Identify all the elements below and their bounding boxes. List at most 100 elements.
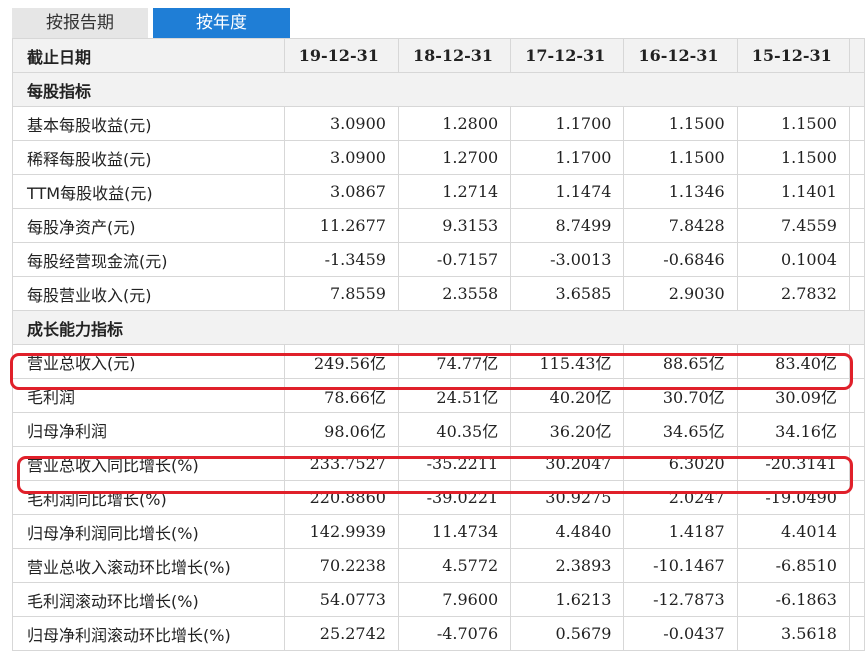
column-header-overflow [848,38,865,73]
table-cell-value: 30.09亿 [736,378,850,413]
table-cell-value: 1.1700 [510,106,625,141]
table-cell-overflow [848,412,865,447]
tab-by-year[interactable]: 按年度 [153,8,290,38]
table-cell-value: 1.1500 [736,140,850,175]
table-cell-overflow [848,208,865,243]
table-row: 营业总收入同比增长(%) 233.7527 -35.2211 30.2047 6.302… [12,446,865,481]
table-cell-value: 78.66亿 [283,378,399,413]
table-row: 稀释每股收益(元) 3.0900 1.2700 1.1700 1.1500 1.1500 [12,140,865,175]
column-header-date[interactable]: 17-12-31 [510,38,625,73]
table-cell-overflow [848,480,865,515]
table-cell-value: 3.5618 [736,616,850,651]
section-title: 每股指标 [12,72,865,107]
table-cell-value: 2.9030 [623,276,738,311]
table-cell-value: 1.2700 [397,140,512,175]
table-cell-value: -0.7157 [397,242,512,277]
table-cell-value: -6.1863 [736,582,850,617]
row-label: 毛利润同比增长(%) [12,480,285,515]
table-cell-value: 0.5679 [510,616,625,651]
section-header-row: 成长能力指标 [12,310,865,345]
column-header-date[interactable]: 18-12-31 [397,38,512,73]
column-header-date[interactable]: 19-12-31 [283,38,399,73]
header-date-label: 截止日期 [12,38,285,73]
table-row: 归母净利润同比增长(%) 142.9939 11.4734 4.4840 1.4187 4… [12,514,865,549]
table-cell-value: 30.9275 [510,480,625,515]
table-cell-overflow [848,548,865,583]
row-label: 稀释每股收益(元) [12,140,285,175]
table-cell-overflow [848,378,865,413]
table-cell-value: 98.06亿 [283,412,399,447]
table-cell-value: 1.1346 [623,174,738,209]
table-cell-value: -39.0221 [397,480,512,515]
table-cell-value: 0.1004 [736,242,850,277]
table-cell-value: 233.7527 [283,446,399,481]
table-cell-value: 7.9600 [397,582,512,617]
table-cell-value: 7.4559 [736,208,850,243]
table-cell-overflow [848,276,865,311]
table-cell-value: -0.6846 [623,242,738,277]
table-cell-value: 54.0773 [283,582,399,617]
table-cell-value: 1.6213 [510,582,625,617]
table-cell-value: 11.2677 [283,208,399,243]
table-cell-value: 2.3558 [397,276,512,311]
table-cell-value: 1.1500 [736,106,850,141]
table-cell-value: 36.20亿 [510,412,625,447]
table-cell-value: -6.8510 [736,548,850,583]
column-header-date[interactable]: 16-12-31 [623,38,738,73]
table-row: 归母净利润滚动环比增长(%) 25.2742 -4.7076 0.5679 -0.043… [12,616,865,651]
table-cell-overflow [848,514,865,549]
table-cell-overflow [848,582,865,617]
table-cell-value: 4.4840 [510,514,625,549]
table-row: 毛利润 78.66亿 24.51亿 40.20亿 30.70亿 30.09亿 [12,378,865,413]
table-cell-value: 11.4734 [397,514,512,549]
row-label: 归母净利润滚动环比增长(%) [12,616,285,651]
table-row: 营业总收入(元) 249.56亿 74.77亿 115.43亿 88.65亿 83.40亿 [12,344,865,379]
table-cell-overflow [848,174,865,209]
row-label: 基本每股收益(元) [12,106,285,141]
table-cell-value: -3.0013 [510,242,625,277]
table-row: 每股经营现金流(元) -1.3459 -0.7157 -3.0013 -0.6846 0.… [12,242,865,277]
table-cell-value: 34.65亿 [623,412,738,447]
table-cell-value: 3.0867 [283,174,399,209]
table-cell-overflow [848,446,865,481]
table-cell-value: 83.40亿 [736,344,850,379]
table-cell-value: 8.7499 [510,208,625,243]
table-cell-value: -10.1467 [623,548,738,583]
table-cell-value: -4.7076 [397,616,512,651]
table-row: 基本每股收益(元) 3.0900 1.2800 1.1700 1.1500 1.1500 [12,106,865,141]
table-cell-value: 1.1500 [623,140,738,175]
table-cell-value: 9.3153 [397,208,512,243]
table-row: TTM每股收益(元) 3.0867 1.2714 1.1474 1.1346 1.1401 [12,174,865,209]
financial-table: 截止日期 19-12-31 18-12-31 17-12-31 16-12-31 15-1… [12,38,865,651]
section-header-row: 每股指标 [12,72,865,107]
row-label: 营业总收入(元) [12,344,285,379]
table-cell-value: -1.3459 [283,242,399,277]
table-cell-value: 3.6585 [510,276,625,311]
table-row: 每股净资产(元) 11.2677 9.3153 8.7499 7.8428 7.4559 [12,208,865,243]
row-label: 营业总收入同比增长(%) [12,446,285,481]
table-cell-value: 40.35亿 [397,412,512,447]
table-cell-value: 24.51亿 [397,378,512,413]
table-cell-value: 34.16亿 [736,412,850,447]
row-label: 每股净资产(元) [12,208,285,243]
table-cell-value: 142.9939 [283,514,399,549]
table-cell-overflow [848,616,865,651]
table-cell-value: 1.2714 [397,174,512,209]
table-cell-value: 7.8428 [623,208,738,243]
table-cell-value: 1.2800 [397,106,512,141]
row-label: 毛利润滚动环比增长(%) [12,582,285,617]
tab-by-report-period[interactable]: 按报告期 [12,8,148,38]
row-label: TTM每股收益(元) [12,174,285,209]
table-cell-value: 4.5772 [397,548,512,583]
table-cell-value: 6.3020 [623,446,738,481]
column-header-date[interactable]: 15-12-31 [736,38,850,73]
table-cell-value: 115.43亿 [510,344,625,379]
table-cell-value: 2.0247 [623,480,738,515]
row-label: 毛利润 [12,378,285,413]
row-label: 每股经营现金流(元) [12,242,285,277]
table-row: 每股营业收入(元) 7.8559 2.3558 3.6585 2.9030 2.7832 [12,276,865,311]
table-cell-overflow [848,106,865,141]
table-cell-value: 3.0900 [283,140,399,175]
table-cell-value: 1.1500 [623,106,738,141]
table-cell-value: -20.3141 [736,446,850,481]
